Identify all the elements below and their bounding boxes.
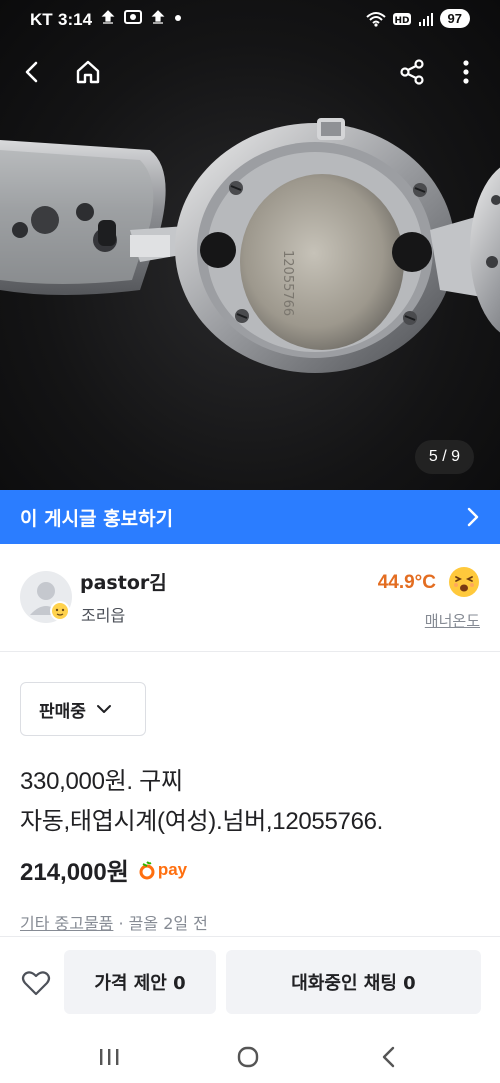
pay-label: pay <box>157 859 188 879</box>
system-icons: HD 97 <box>365 9 470 28</box>
more-button[interactable] <box>448 54 484 90</box>
svg-text:12055766: 12055766 <box>280 250 295 316</box>
product-photo[interactable]: 12055766 KT 3:14 HD 97 5 / 9 <box>0 0 500 490</box>
signal-icon <box>418 12 433 26</box>
back-arrow-icon <box>25 61 38 83</box>
upload-icon-2 <box>151 10 165 24</box>
posted-time: 끌올 2일 전 <box>128 914 208 933</box>
meta-separator: · <box>113 914 129 933</box>
back-chevron-icon <box>382 1046 395 1068</box>
home-nav-button[interactable] <box>235 1044 261 1070</box>
listing-meta: 기타 중고물품 · 끌올 2일 전 <box>20 910 208 934</box>
dot-icon <box>175 15 181 21</box>
status-bar: KT 3:14 HD 97 <box>0 0 500 40</box>
top-app-bar <box>0 48 500 96</box>
share-icon <box>400 59 424 85</box>
listing-title-line-2: 자동,태엽시계(여성).넘버,12055766. <box>20 808 384 835</box>
listing-price: 214,000원 <box>20 859 129 886</box>
category-link[interactable]: 기타 중고물품 <box>20 914 113 933</box>
home-circle-icon <box>237 1046 259 1068</box>
notification-icons <box>100 9 182 25</box>
sale-status-dropdown[interactable]: 판매중 <box>20 682 146 736</box>
karrot-pay-badge: pay <box>139 860 187 880</box>
active-chats-label: 대화중인 채팅 0 <box>291 973 416 994</box>
battery-indicator: 97 <box>439 9 470 28</box>
listing-title: 330,000원. 구찌 자동,태엽시계(여성).넘버,12055766. <box>20 762 482 842</box>
home-button[interactable] <box>70 54 106 90</box>
carrier-label: KT <box>30 10 53 29</box>
home-icon <box>76 60 100 84</box>
screenshot-icon <box>124 10 142 24</box>
photo-counter: 5 / 9 <box>414 440 474 474</box>
promote-post-banner[interactable]: 이 게시글 홍보하기 <box>0 490 500 544</box>
carrot-pay-icon <box>139 860 155 879</box>
heart-icon[interactable] <box>20 967 52 999</box>
level-badge-icon <box>50 601 70 621</box>
chevron-down-icon <box>96 705 111 713</box>
share-button[interactable] <box>394 54 430 90</box>
recent-apps-button[interactable] <box>96 1044 122 1070</box>
manner-temperature: 44.9°C <box>377 572 436 593</box>
seller-location: 조리읍 <box>81 606 126 625</box>
chevron-right-icon <box>467 507 479 527</box>
hd-icon: HD <box>392 12 411 26</box>
listing-title-line-1: 330,000원. 구찌 <box>20 768 183 795</box>
system-nav-bar <box>0 1028 500 1083</box>
clock: 3:14 <box>58 10 93 29</box>
seller-name[interactable]: pastor김 <box>80 568 167 595</box>
active-chats-button[interactable]: 대화중인 채팅 0 <box>226 950 481 1014</box>
manner-temp-link[interactable]: 매너온도 <box>425 610 480 631</box>
recent-apps-icon <box>100 1049 119 1065</box>
badge-face-icon <box>52 603 68 619</box>
price-offer-button[interactable]: 가격 제안 0 <box>64 950 216 1014</box>
excited-face-icon <box>449 567 479 597</box>
bottom-action-bar: 가격 제안 0 대화중인 채팅 0 <box>0 936 500 1028</box>
more-vertical-icon <box>463 60 469 84</box>
wifi-icon <box>365 11 386 27</box>
price-offer-label: 가격 제안 0 <box>94 973 186 994</box>
promote-post-label: 이 게시글 홍보하기 <box>20 507 174 530</box>
seller-section[interactable]: pastor김 조리읍 44.9°C 매너온도 <box>0 544 500 652</box>
price-row: 214,000원 pay <box>20 852 187 887</box>
svg-text:HD: HD <box>394 16 409 26</box>
sale-status-label: 판매중 <box>39 701 86 722</box>
back-button[interactable] <box>14 54 50 90</box>
upload-icon <box>101 10 115 24</box>
back-nav-button[interactable] <box>376 1044 402 1070</box>
